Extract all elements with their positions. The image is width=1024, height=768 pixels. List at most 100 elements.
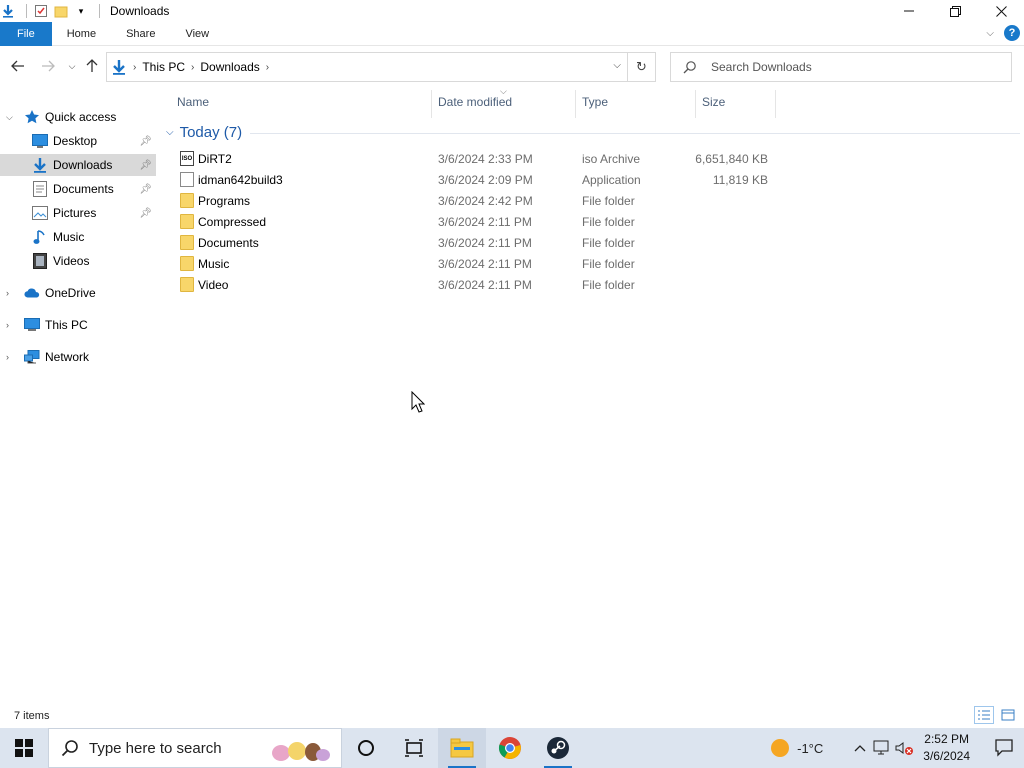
- volume-muted-icon[interactable]: [893, 728, 915, 768]
- pin-icon[interactable]: 📌︎: [139, 160, 152, 171]
- nav-desktop[interactable]: Desktop 📌︎: [0, 130, 156, 152]
- task-view-button[interactable]: [390, 728, 438, 768]
- new-folder-icon[interactable]: [53, 3, 69, 19]
- status-item-count: 7 items: [14, 710, 50, 722]
- taskbar-search-box[interactable]: Type here to search: [48, 728, 342, 768]
- weather-sun-icon[interactable]: [771, 739, 790, 757]
- close-button[interactable]: [978, 0, 1024, 22]
- download-arrow-icon[interactable]: [0, 3, 16, 19]
- restore-button[interactable]: [932, 0, 978, 22]
- expand-chevron-icon[interactable]: ›: [6, 352, 9, 362]
- up-button[interactable]: [82, 56, 102, 76]
- expand-chevron-icon[interactable]: ›: [6, 320, 9, 330]
- customize-toolbar-chevron-icon[interactable]: ▾: [73, 3, 89, 19]
- breadcrumb-downloads[interactable]: Downloads: [196, 60, 263, 74]
- table-row[interactable]: Documents 3/6/2024 2:11 PM File folder: [176, 232, 796, 253]
- file-name: Video: [198, 277, 229, 292]
- column-header-type[interactable]: Type: [582, 86, 608, 118]
- address-history-chevron-icon[interactable]: ⌵: [613, 60, 621, 71]
- tab-share[interactable]: Share: [111, 22, 170, 46]
- search-box[interactable]: [670, 52, 1012, 82]
- table-row[interactable]: Programs 3/6/2024 2:42 PM File folder: [176, 190, 796, 211]
- nav-documents[interactable]: Documents 📌︎: [0, 178, 156, 200]
- file-date: 3/6/2024 2:11 PM: [438, 256, 532, 271]
- breadcrumb-separator-icon[interactable]: ›: [264, 62, 271, 73]
- column-divider[interactable]: [775, 90, 776, 118]
- column-header-name[interactable]: Name: [177, 86, 209, 118]
- tab-home[interactable]: Home: [52, 22, 111, 46]
- nav-network[interactable]: › Network: [0, 346, 156, 368]
- table-row[interactable]: Compressed 3/6/2024 2:11 PM File folder: [176, 211, 796, 232]
- search-highlight-illustration-icon: [272, 742, 330, 761]
- properties-icon[interactable]: [33, 3, 49, 19]
- documents-icon: [32, 181, 48, 197]
- taskbar-file-explorer[interactable]: [438, 728, 486, 768]
- nav-music[interactable]: Music: [0, 226, 156, 248]
- download-arrow-icon: [111, 59, 127, 75]
- tab-file[interactable]: File: [0, 21, 52, 46]
- details-view-button[interactable]: [974, 706, 994, 724]
- network-status-icon[interactable]: [871, 728, 893, 768]
- table-row[interactable]: Video 3/6/2024 2:11 PM File folder: [176, 274, 796, 295]
- breadcrumb: › This PC › Downloads ›: [107, 53, 271, 81]
- folder-icon: [180, 277, 194, 292]
- cortana-button[interactable]: [342, 728, 390, 768]
- minimize-button[interactable]: [886, 0, 932, 22]
- pin-icon[interactable]: 📌︎: [139, 136, 152, 147]
- nav-pictures[interactable]: Pictures 📌︎: [0, 202, 156, 224]
- collapse-group-chevron-icon[interactable]: ⌵: [166, 127, 174, 138]
- expand-ribbon-chevron-icon[interactable]: ⌵: [986, 28, 994, 39]
- address-bar[interactable]: › This PC › Downloads › ⌵ ↻: [106, 52, 656, 82]
- table-row[interactable]: idman642build3 3/6/2024 2:09 PM Applicat…: [176, 169, 796, 190]
- notification-center-button[interactable]: [984, 728, 1024, 768]
- refresh-button[interactable]: ↻: [627, 53, 655, 81]
- column-header-size[interactable]: Size: [702, 86, 725, 118]
- nav-downloads[interactable]: Downloads 📌︎: [0, 154, 156, 176]
- file-type: File folder: [582, 193, 635, 208]
- breadcrumb-separator-icon[interactable]: ›: [131, 62, 138, 73]
- group-divider: [250, 133, 1020, 134]
- group-header-today[interactable]: ⌵ Today (7): [166, 124, 242, 141]
- view-switcher: [974, 706, 1018, 724]
- forward-button[interactable]: [38, 56, 58, 76]
- pictures-icon: [32, 205, 48, 221]
- windows-logo-icon: [15, 739, 33, 757]
- breadcrumb-separator-icon[interactable]: ›: [189, 62, 196, 73]
- pin-icon[interactable]: 📌︎: [139, 184, 152, 195]
- file-date: 3/6/2024 2:42 PM: [438, 193, 533, 208]
- tab-view[interactable]: View: [170, 22, 224, 46]
- nav-label: Documents: [53, 182, 114, 196]
- clock[interactable]: 2:52 PM 3/6/2024: [923, 731, 970, 765]
- expand-chevron-icon[interactable]: ›: [6, 288, 9, 298]
- help-icon[interactable]: ?: [1004, 25, 1020, 41]
- nav-videos[interactable]: Videos: [0, 250, 156, 272]
- computer-icon: [24, 317, 40, 333]
- breadcrumb-this-pc[interactable]: This PC: [138, 60, 189, 74]
- column-header-date-modified[interactable]: Date modified: [438, 86, 512, 118]
- file-size: 11,819 KB: [712, 172, 768, 187]
- start-button[interactable]: [0, 728, 48, 768]
- pin-icon[interactable]: 📌︎: [139, 208, 152, 219]
- chrome-icon: [498, 737, 521, 759]
- search-icon: [683, 61, 696, 74]
- nav-quick-access[interactable]: ⌵ Quick access: [0, 106, 156, 128]
- folder-icon: [180, 193, 194, 208]
- column-divider[interactable]: [575, 90, 576, 118]
- nav-this-pc[interactable]: › This PC: [0, 314, 156, 336]
- taskbar-steam[interactable]: [534, 728, 582, 768]
- weather-temperature[interactable]: -1°C: [797, 741, 823, 756]
- table-row[interactable]: Music 3/6/2024 2:11 PM File folder: [176, 253, 796, 274]
- table-row[interactable]: ISO DiRT2 3/6/2024 2:33 PM iso Archive 6…: [176, 148, 796, 169]
- column-divider[interactable]: [431, 90, 432, 118]
- collapse-chevron-icon[interactable]: ⌵: [6, 112, 13, 123]
- show-hidden-icons-chevron-icon[interactable]: [849, 728, 871, 768]
- taskbar-chrome[interactable]: [486, 728, 534, 768]
- large-icons-view-button[interactable]: [998, 706, 1018, 724]
- column-divider[interactable]: [695, 90, 696, 118]
- file-name: Music: [198, 256, 230, 271]
- back-button[interactable]: [8, 56, 28, 76]
- search-input[interactable]: [711, 60, 991, 74]
- recent-locations-chevron-icon[interactable]: ⌵: [62, 56, 82, 76]
- nav-onedrive[interactable]: › OneDrive: [0, 282, 156, 304]
- file-date: 3/6/2024 2:11 PM: [438, 277, 532, 292]
